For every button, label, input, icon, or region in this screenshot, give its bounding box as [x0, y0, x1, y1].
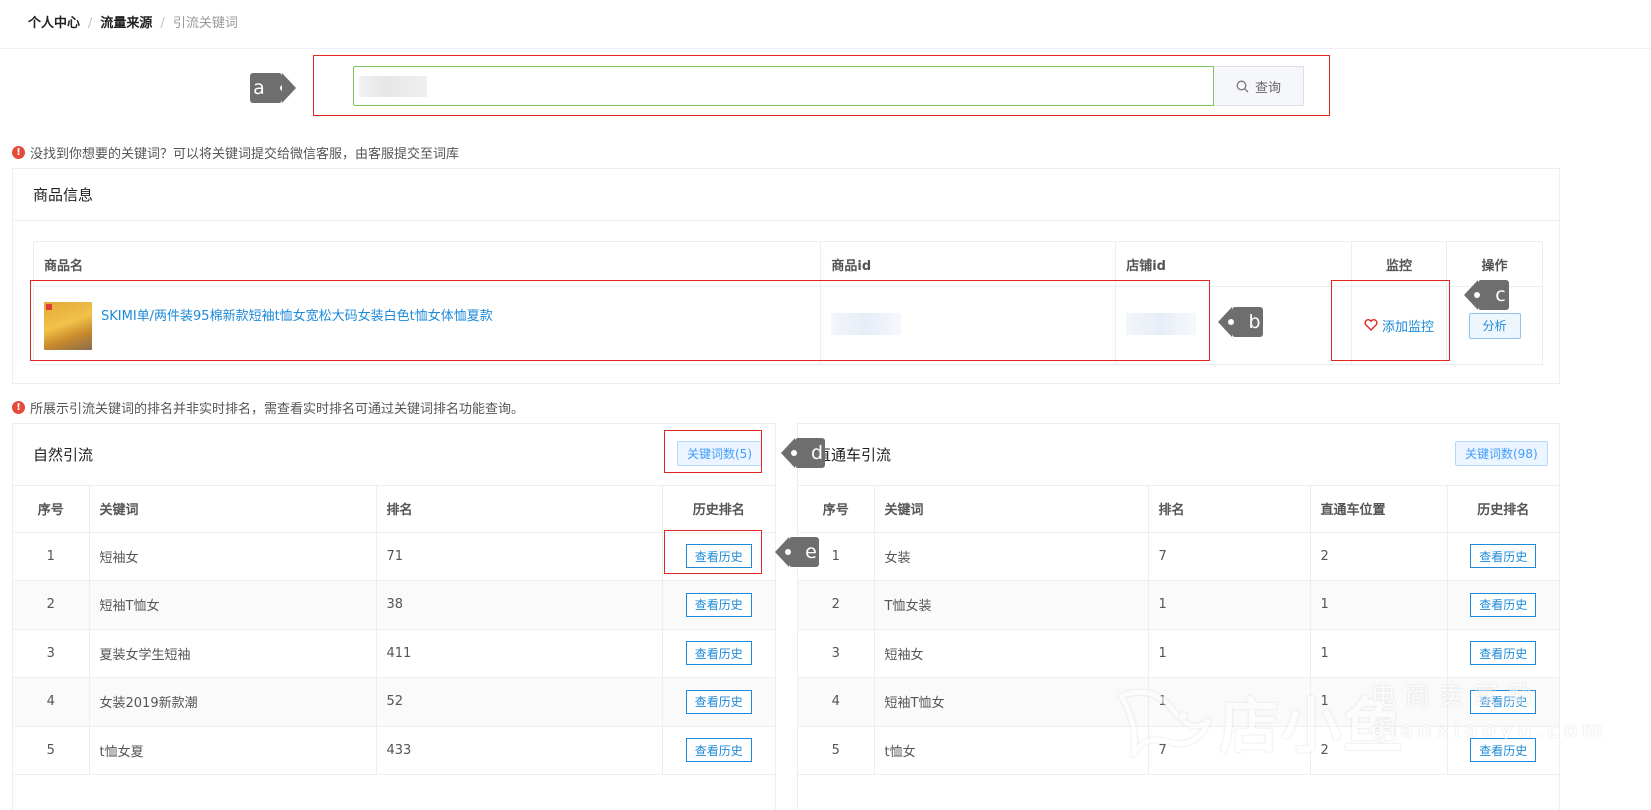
col-position: 直通车位置: [1310, 486, 1448, 533]
paid-traffic-card: 直通车引流 关键词数(98) 序号 关键词 排名 直通车位置 历史排名 1 女装…: [797, 423, 1560, 810]
col-rank: 排名: [1148, 486, 1311, 533]
view-history-button[interactable]: 查看历史: [685, 689, 752, 714]
col-keyword: 关键词: [874, 486, 1149, 533]
view-history-button[interactable]: 查看历史: [1470, 689, 1537, 714]
view-history-button[interactable]: 查看历史: [685, 592, 752, 617]
view-history-button[interactable]: 查看历史: [1470, 544, 1537, 569]
annotation-tag-a: a: [250, 73, 296, 103]
item-id-blurred: [831, 312, 902, 335]
table-row: 3 短袖女 1 1 查看历史: [798, 629, 1559, 678]
table-row: 4 女装2019新款潮 52 查看历史: [13, 677, 775, 727]
product-row: SKIMI单/两件装95棉新款短袖t恤女宽松大码女装白色t恤女体恤夏款 添加监控…: [33, 286, 1543, 365]
col-product-name: 商品名: [33, 241, 822, 287]
table-row: 4 短袖T恤女 1 1 查看历史: [798, 677, 1559, 727]
search-icon: [1236, 80, 1249, 92]
col-item-id: 商品id: [820, 241, 1117, 287]
annotation-tag-e: e: [775, 537, 819, 567]
table-row: 2 短袖T恤女 38 查看历史: [13, 580, 775, 630]
product-name-link[interactable]: SKIMI单/两件装95棉新款短袖t恤女宽松大码女装白色t恤女体恤夏款: [101, 305, 493, 324]
table-row: 1 女装 7 2 查看历史: [798, 532, 1559, 581]
natural-keyword-table: 序号 关键词 排名 历史排名 1 短袖女 71 查看历史 2 短袖T恤女 38 …: [13, 486, 775, 775]
table-row: 2 T恤女装 1 1 查看历史: [798, 580, 1559, 630]
annotation-tag-b: b: [1218, 307, 1263, 337]
annotation-label-e: e: [805, 541, 817, 563]
search-button-label: 查询: [1254, 80, 1281, 96]
view-history-button[interactable]: 查看历史: [1470, 592, 1537, 617]
product-table: 商品名 商品id 店铺id 监控 操作 SKIMI单/两件装95棉新款短袖t恤女…: [33, 241, 1543, 365]
table-row: 5 t恤女 7 2 查看历史: [798, 726, 1559, 775]
breadcrumb: 个人中心 / 流量来源 / 引流关键词: [28, 16, 238, 31]
breadcrumb-home[interactable]: 个人中心: [28, 16, 80, 31]
search-highlight-box: 查询: [313, 55, 1330, 116]
paid-keyword-table: 序号 关键词 排名 直通车位置 历史排名 1 女装 7 2 查看历史 2 T恤女…: [798, 486, 1559, 775]
annotation-tag-d: d: [781, 438, 825, 468]
view-history-button[interactable]: 查看历史: [685, 641, 752, 666]
annotation-label-a: a: [253, 77, 265, 99]
product-card-title: 商品信息: [33, 186, 94, 204]
search-input[interactable]: [353, 66, 1214, 106]
table-row: 3 夏装女学生短袖 411 查看历史: [13, 629, 775, 678]
breadcrumb-current: 引流关键词: [172, 16, 238, 31]
col-monitor: 监控: [1351, 241, 1447, 287]
col-rank: 排名: [376, 486, 663, 533]
view-history-button[interactable]: 查看历史: [685, 544, 752, 569]
search-input-blurred-value: [359, 76, 427, 97]
shop-id-blurred: [1126, 312, 1197, 335]
natural-traffic-title: 自然引流: [33, 446, 94, 464]
notice-text: 所展示引流关键词的排名并非实时排名，需查看实时排名可通过关键词排名功能查询。: [30, 402, 525, 417]
col-keyword: 关键词: [89, 486, 377, 533]
search-button[interactable]: 查询: [1214, 66, 1304, 106]
add-monitor-button[interactable]: 添加监控: [1364, 316, 1434, 335]
natural-keyword-count-button[interactable]: 关键词数(5): [677, 441, 762, 466]
paid-keyword-count-button[interactable]: 关键词数(98): [1455, 441, 1548, 466]
view-history-button[interactable]: 查看历史: [685, 738, 752, 763]
col-history: 历史排名: [1447, 486, 1559, 533]
col-index: 序号: [13, 486, 90, 533]
heart-icon: [1364, 319, 1378, 332]
warning-icon: !: [12, 146, 25, 159]
ranking-notice: ! 所展示引流关键词的排名并非实时排名，需查看实时排名可通过关键词排名功能查询。: [12, 398, 524, 417]
annotation-label-b: b: [1248, 311, 1261, 333]
table-row: 5 t恤女夏 433 查看历史: [13, 726, 775, 775]
analyze-button[interactable]: 分析: [1468, 312, 1521, 339]
annotation-tag-c: c: [1464, 280, 1509, 310]
product-thumbnail[interactable]: [44, 301, 92, 350]
product-info-card: 商品信息 商品名 商品id 店铺id 监控 操作 SKIMI单/两件装95棉新款…: [12, 168, 1560, 384]
add-monitor-label: 添加监控: [1382, 319, 1435, 335]
annotation-label-c: c: [1495, 284, 1506, 306]
header-divider: [0, 48, 1651, 49]
table-row: 1 短袖女 71 查看历史: [13, 532, 775, 581]
annotation-label-d: d: [810, 442, 824, 464]
natural-traffic-card: 自然引流 关键词数(5) 序号 关键词 排名 历史排名 1 短袖女 71 查看历…: [12, 423, 776, 810]
notice-text: 没找到你想要的关键词？可以将关键词提交给微信客服，由客服提交至词库: [30, 147, 460, 162]
col-history: 历史排名: [662, 486, 775, 533]
warning-icon: !: [12, 401, 25, 414]
paid-traffic-title: 直通车引流: [816, 446, 892, 464]
view-history-button[interactable]: 查看历史: [1470, 641, 1537, 666]
breadcrumb-traffic[interactable]: 流量来源: [100, 16, 152, 31]
view-history-button[interactable]: 查看历史: [1470, 738, 1537, 763]
col-shop-id: 店铺id: [1115, 241, 1353, 287]
col-index: 序号: [798, 486, 875, 533]
keyword-missing-notice: ! 没找到你想要的关键词？可以将关键词提交给微信客服，由客服提交至词库: [12, 143, 459, 162]
